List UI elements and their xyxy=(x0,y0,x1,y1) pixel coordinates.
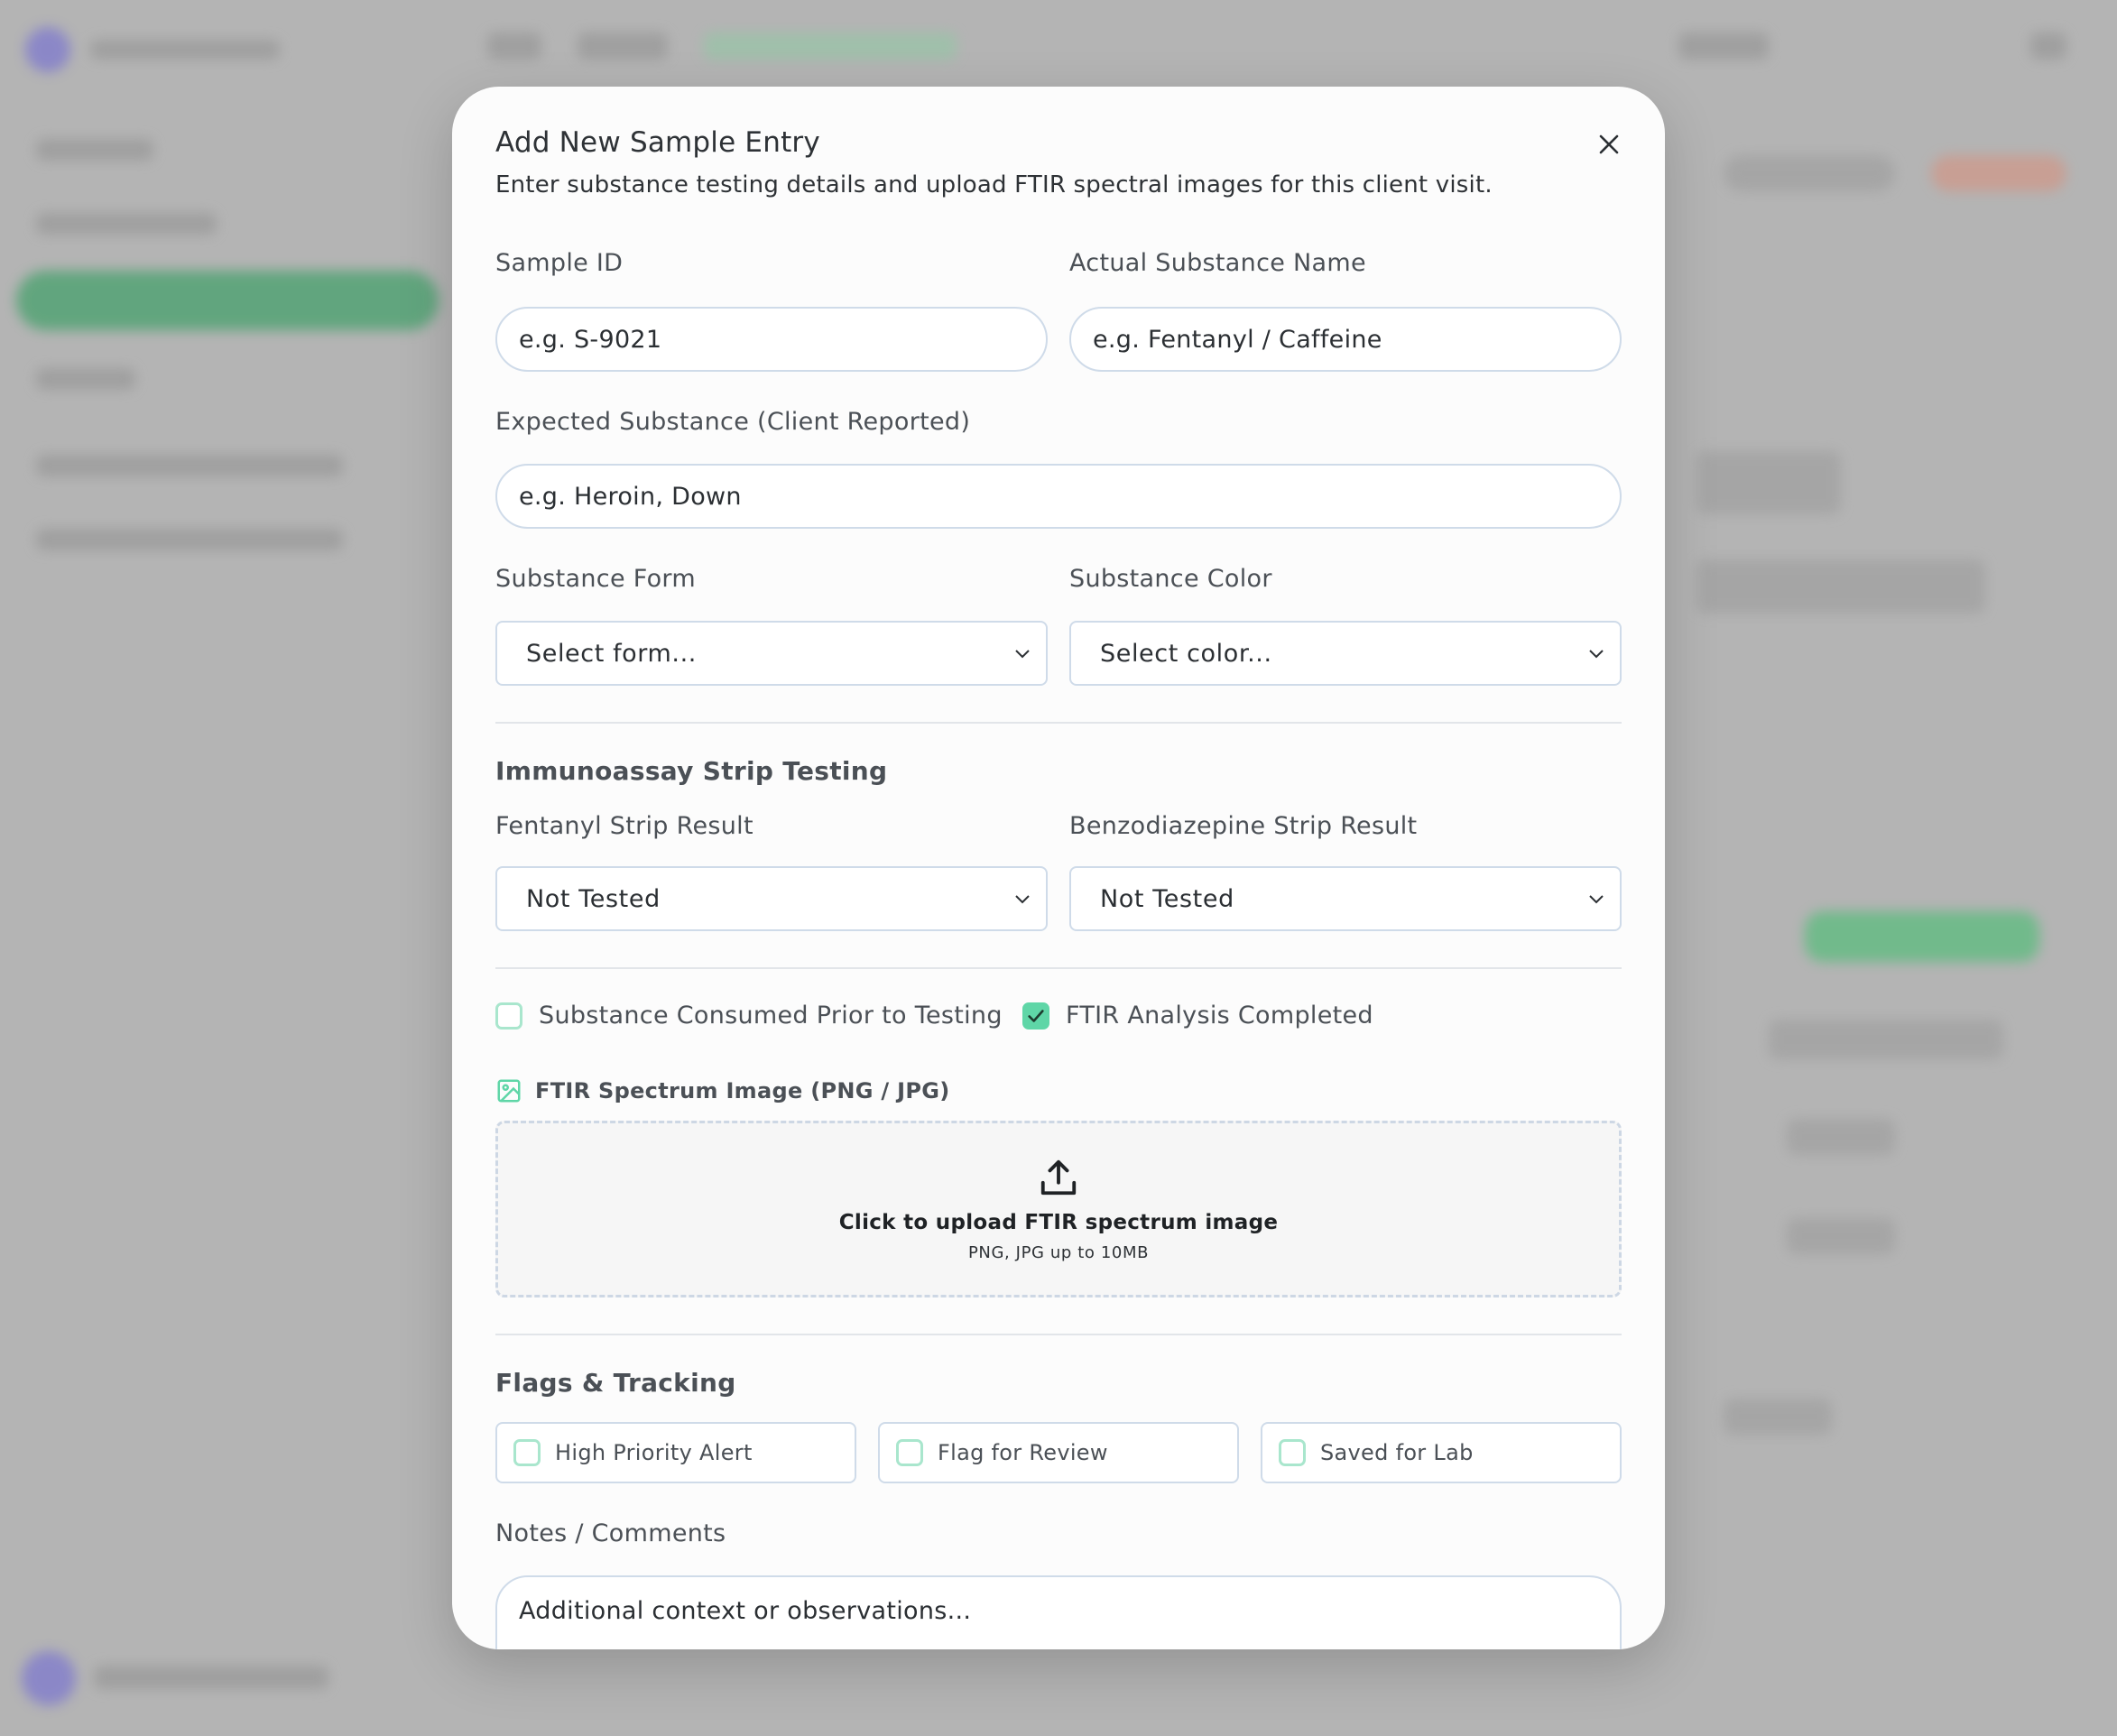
substance-color-value: Select color... xyxy=(1100,639,1272,668)
saved-for-lab-flag[interactable]: Saved for Lab xyxy=(1261,1422,1622,1483)
strip-testing-title: Immunoassay Strip Testing xyxy=(495,756,888,786)
background-block xyxy=(1769,1020,2003,1059)
fentanyl-strip-value: Not Tested xyxy=(526,884,661,913)
image-icon xyxy=(497,1079,521,1103)
benzo-strip-label: Benzodiazepine Strip Result xyxy=(1069,812,1418,840)
background-top-badge xyxy=(704,32,957,60)
high-priority-flag-label: High Priority Alert xyxy=(555,1440,753,1465)
background-block xyxy=(1696,559,1985,614)
background-top-search xyxy=(1678,32,1769,60)
notes-textarea[interactable] xyxy=(495,1575,1622,1649)
background-top-icon xyxy=(487,32,541,60)
background-nav-item xyxy=(36,139,153,161)
background-block xyxy=(1787,1218,1895,1254)
chevron-down-icon xyxy=(1015,895,1030,904)
actual-substance-input[interactable] xyxy=(1069,307,1622,372)
background-logo xyxy=(25,27,70,72)
chevron-down-icon xyxy=(1589,650,1604,659)
benzo-strip-value: Not Tested xyxy=(1100,884,1234,913)
section-divider xyxy=(495,722,1622,724)
actual-substance-label: Actual Substance Name xyxy=(1069,249,1366,277)
modal-subtitle: Enter substance testing details and uplo… xyxy=(495,171,1493,199)
expected-substance-label: Expected Substance (Client Reported) xyxy=(495,408,971,436)
checkbox-box[interactable] xyxy=(513,1439,541,1466)
background-button xyxy=(1931,155,2066,191)
modal-title: Add New Sample Entry xyxy=(495,126,820,159)
checkmark-icon xyxy=(1028,1009,1044,1022)
review-flag[interactable]: Flag for Review xyxy=(878,1422,1239,1483)
checkbox-box[interactable] xyxy=(896,1439,923,1466)
background-block xyxy=(1787,1119,1895,1155)
background-nav-item xyxy=(36,455,343,476)
substance-color-select[interactable]: Select color... xyxy=(1069,621,1622,686)
close-button[interactable] xyxy=(1591,126,1627,162)
expected-substance-input[interactable] xyxy=(495,464,1622,529)
substance-form-value: Select form... xyxy=(526,639,697,668)
saved-for-lab-flag-label: Saved for Lab xyxy=(1320,1440,1474,1465)
background-nav-item xyxy=(36,368,135,390)
add-sample-modal: Add New Sample Entry Enter substance tes… xyxy=(452,87,1665,1649)
fentanyl-strip-select[interactable]: Not Tested xyxy=(495,866,1048,931)
high-priority-flag[interactable]: High Priority Alert xyxy=(495,1422,856,1483)
background-logo-text xyxy=(90,40,280,60)
background-nav-item xyxy=(36,529,343,550)
checkbox-box-checked[interactable] xyxy=(1022,1002,1049,1030)
background-avatar-text xyxy=(94,1666,328,1689)
section-divider xyxy=(495,967,1622,969)
background-button xyxy=(1805,911,2039,962)
background-top-icon xyxy=(2030,32,2066,60)
substance-color-label: Substance Color xyxy=(1069,565,1272,593)
background-nav-active xyxy=(16,271,439,330)
background-top-title xyxy=(578,32,668,60)
section-divider xyxy=(495,1334,1622,1335)
flags-title: Flags & Tracking xyxy=(495,1368,736,1398)
chevron-down-icon xyxy=(1589,895,1604,904)
background-avatar xyxy=(22,1651,76,1705)
background-block xyxy=(1696,451,1841,514)
consumed-checkbox-label: Substance Consumed Prior to Testing xyxy=(539,1002,1003,1030)
background-nav-item xyxy=(36,213,217,235)
substance-form-label: Substance Form xyxy=(495,565,696,593)
notes-label: Notes / Comments xyxy=(495,1519,726,1547)
fentanyl-strip-label: Fentanyl Strip Result xyxy=(495,812,753,840)
substance-form-select[interactable]: Select form... xyxy=(495,621,1048,686)
chevron-down-icon xyxy=(1015,650,1030,659)
upload-hint: PNG, JPG up to 10MB xyxy=(967,1242,1150,1262)
ftir-upload-label: FTIR Spectrum Image (PNG / JPG) xyxy=(495,1077,950,1104)
checkbox-box[interactable] xyxy=(1279,1439,1306,1466)
benzo-strip-select[interactable]: Not Tested xyxy=(1069,866,1622,931)
ftir-upload-label-text: FTIR Spectrum Image (PNG / JPG) xyxy=(535,1078,950,1103)
review-flag-label: Flag for Review xyxy=(938,1440,1108,1465)
upload-prompt: Click to upload FTIR spectrum image xyxy=(838,1210,1279,1234)
background-block xyxy=(1724,1399,1832,1435)
checkbox-box[interactable] xyxy=(495,1002,522,1030)
background-sidebar xyxy=(0,0,451,1736)
close-icon xyxy=(1599,134,1619,154)
ftir-completed-checkbox[interactable]: FTIR Analysis Completed xyxy=(1022,1002,1373,1030)
upload-icon xyxy=(1040,1159,1077,1195)
sample-id-label: Sample ID xyxy=(495,249,624,277)
ftir-upload-dropzone[interactable]: Click to upload FTIR spectrum image PNG,… xyxy=(495,1121,1622,1297)
background-button xyxy=(1724,155,1895,191)
ftir-completed-checkbox-label: FTIR Analysis Completed xyxy=(1066,1002,1373,1030)
sample-id-input[interactable] xyxy=(495,307,1048,372)
consumed-checkbox[interactable]: Substance Consumed Prior to Testing xyxy=(495,1002,1003,1030)
